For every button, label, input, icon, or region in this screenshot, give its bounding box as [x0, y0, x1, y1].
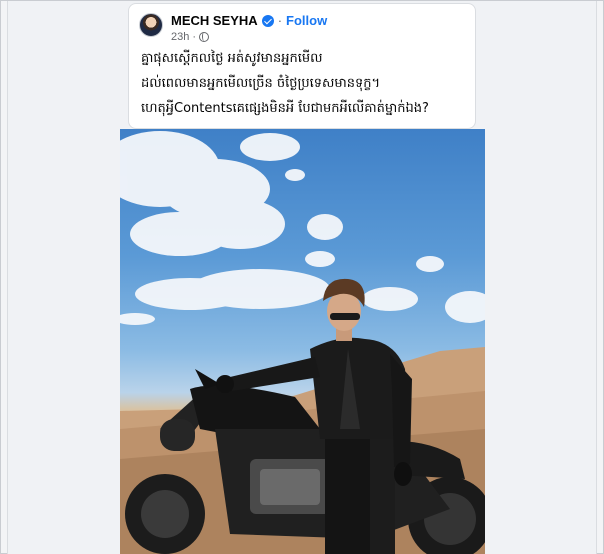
separator-dot: · — [277, 13, 283, 28]
verified-badge-icon — [261, 14, 274, 27]
post-header: MECH SEYHA · Follow — [171, 13, 327, 28]
author-avatar[interactable] — [139, 13, 163, 37]
author-name[interactable]: MECH SEYHA — [171, 13, 258, 28]
photo-illustration — [120, 131, 485, 554]
post-caption: គ្នាផុសស្តើកលថ្ងៃ អត់សូវមានអ្នកមើល ដល់ពេ… — [141, 46, 471, 121]
post-meta: 23h · — [171, 31, 210, 43]
post-photo[interactable] — [120, 129, 485, 554]
caption-line: ហេតុអ្វីContentsគេផ្សេងមិនអី បែជាមកអីលើគ… — [141, 101, 429, 116]
globe-icon[interactable] — [199, 32, 210, 42]
post-time[interactable]: 23h — [171, 31, 189, 43]
follow-button[interactable]: Follow — [286, 13, 327, 28]
post-card: MECH SEYHA · Follow 23h · គ្នាផុសស្តើកលថ… — [128, 3, 476, 129]
clouds — [120, 131, 485, 325]
caption-line: ដល់ពេលមានអ្នកមើលច្រើន ចំថ្ងៃប្រទេសមានទុក… — [141, 76, 381, 91]
caption-line: គ្នាផុសស្តើកលថ្ងៃ អត់សូវមានអ្នកមើល — [141, 51, 323, 66]
